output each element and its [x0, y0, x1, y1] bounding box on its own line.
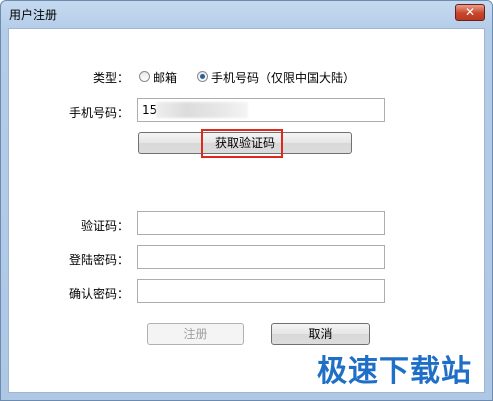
register-button[interactable]: 注册 — [147, 323, 244, 345]
confirm-label: 确认密码： — [68, 287, 129, 301]
registration-window: 用户注册 ✕ 类型： 邮箱 手机号码（仅限中国大陆） 手机号码： 15 获取验证… — [0, 0, 493, 401]
radio-email[interactable] — [139, 71, 150, 82]
cancel-button[interactable]: 取消 — [271, 323, 370, 345]
highlight-box — [201, 129, 283, 158]
close-button[interactable]: ✕ — [455, 4, 485, 21]
radio-email-label[interactable]: 邮箱 — [153, 69, 177, 86]
radio-phone[interactable] — [197, 71, 208, 82]
phone-input[interactable]: 15 — [137, 98, 385, 122]
password-input[interactable] — [137, 245, 385, 269]
masked-number — [156, 102, 248, 118]
radio-phone-label[interactable]: 手机号码（仅限中国大陆） — [211, 69, 355, 86]
type-label: 类型： — [92, 71, 129, 85]
site-watermark: 极速下载站 — [317, 354, 472, 389]
code-input[interactable] — [137, 211, 385, 235]
title-bar: 用户注册 ✕ — [1, 1, 492, 27]
confirm-input[interactable] — [137, 279, 385, 303]
form-panel: 类型： 邮箱 手机号码（仅限中国大陆） 手机号码： 15 获取验证码 验证码： … — [8, 28, 485, 393]
code-label: 验证码： — [80, 219, 129, 233]
phone-label: 手机号码： — [68, 106, 129, 120]
phone-value: 15 — [142, 103, 158, 117]
window-title: 用户注册 — [9, 8, 58, 22]
password-label: 登陆密码： — [68, 253, 129, 267]
close-icon: ✕ — [464, 5, 476, 19]
